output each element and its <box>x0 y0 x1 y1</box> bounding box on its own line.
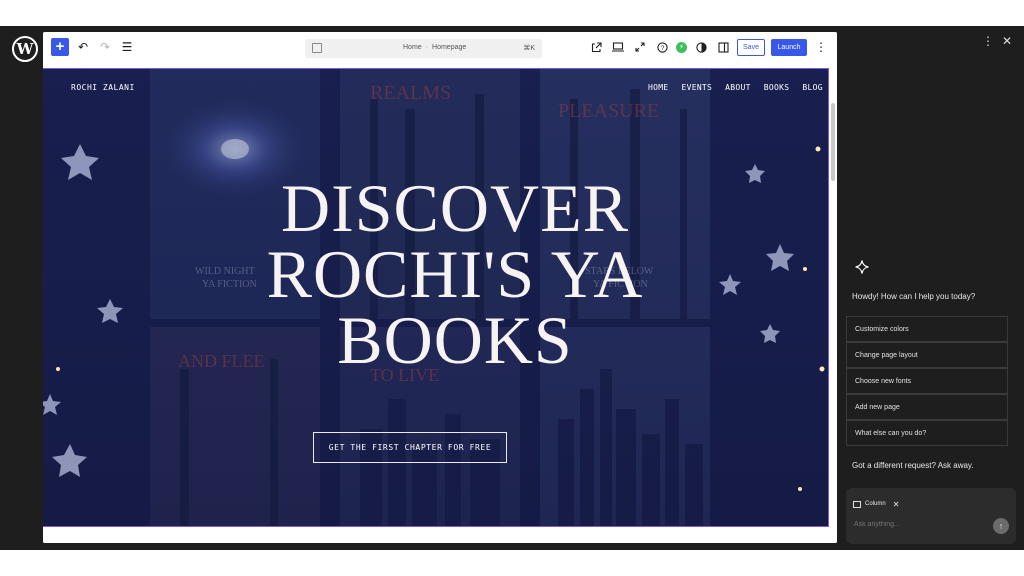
external-link-icon[interactable] <box>588 38 604 56</box>
different-request-text: Got a different request? Ask away. <box>852 461 974 470</box>
page-icon <box>312 43 322 53</box>
hero-heading-line-1: DISCOVER <box>280 170 630 246</box>
panel-header-actions: ⋮ ✕ <box>982 34 1012 48</box>
nav-item-books[interactable]: BOOKS <box>764 83 790 92</box>
editor-toolbar: + ↶ ↷ ☰ Home · Homepage ⌘K ? ⚡ Save Laun… <box>43 32 837 65</box>
context-chip[interactable]: Column ✕ <box>853 497 899 511</box>
assistant-chat-box: Column ✕ ↑ <box>846 488 1016 544</box>
suggestion-add-new-page[interactable]: Add new page <box>846 394 1008 420</box>
document-overview-icon[interactable]: ☰ <box>119 38 135 56</box>
more-options-icon[interactable]: ⋮ <box>813 38 829 56</box>
command-palette-bar[interactable]: Home · Homepage ⌘K <box>305 39 542 58</box>
suggestion-choose-new-fonts[interactable]: Choose new fonts <box>846 368 1008 394</box>
hero-cover-block[interactable]: REALMS PLEASURE AND FLEE TO LIVE WILD NI… <box>43 68 829 527</box>
site-editor-app: W + ↶ ↷ ☰ Home · Homepage ⌘K ? ⚡ Save La… <box>0 26 1024 550</box>
suggestion-what-else[interactable]: What else can you do? <box>846 420 1008 446</box>
hero-heading[interactable]: DISCOVER ROCHI'S YA BOOKS <box>130 170 780 378</box>
svg-text:REALMS: REALMS <box>370 82 451 104</box>
redo-icon[interactable]: ↷ <box>97 38 113 56</box>
column-icon <box>853 500 861 508</box>
suggestion-customize-colors[interactable]: Customize colors <box>846 316 1008 342</box>
editor-canvas[interactable]: REALMS PLEASURE AND FLEE TO LIVE WILD NI… <box>43 65 837 543</box>
nav-item-blog[interactable]: BLOG <box>802 83 822 92</box>
wordpress-logo-icon[interactable]: W <box>12 36 38 62</box>
breadcrumb-current: Homepage <box>432 44 467 51</box>
panel-more-options-icon[interactable]: ⋮ <box>982 34 994 48</box>
nav-item-about[interactable]: ABOUT <box>725 83 751 92</box>
send-arrow-icon[interactable]: ↑ <box>993 518 1009 534</box>
site-title[interactable]: ROCHI ZALANI <box>71 83 135 92</box>
fullscreen-icon[interactable] <box>632 38 648 56</box>
canvas-scrollbar[interactable] <box>831 103 835 181</box>
breadcrumb-parent: Home <box>403 44 422 51</box>
assistant-prompt-input[interactable] <box>854 521 984 528</box>
jetpack-icon[interactable]: ⚡ <box>676 41 687 53</box>
close-icon[interactable]: ✕ <box>1002 34 1012 48</box>
ai-sparkle-icon <box>855 260 869 278</box>
suggestion-change-page-layout[interactable]: Change page layout <box>846 342 1008 368</box>
undo-icon[interactable]: ↶ <box>75 38 91 56</box>
svg-text:?: ? <box>660 45 664 52</box>
shortcut-hint: ⌘K <box>523 45 535 52</box>
styles-contrast-icon[interactable] <box>693 38 709 56</box>
suggestion-list: Customize colors Change page layout Choo… <box>846 316 1008 446</box>
breadcrumb-separator: · <box>425 44 429 51</box>
help-icon[interactable]: ? <box>654 38 670 56</box>
editor-frame: + ↶ ↷ ☰ Home · Homepage ⌘K ? ⚡ Save Laun… <box>43 32 837 543</box>
launch-button[interactable]: Launch <box>771 38 807 56</box>
svg-text:PLEASURE: PLEASURE <box>558 100 659 122</box>
block-inserter-button[interactable]: + <box>51 38 69 56</box>
save-button[interactable]: Save <box>737 38 765 56</box>
site-navigation: HOME EVENTS ABOUT BOOKS BLOG <box>648 83 823 92</box>
breadcrumb: Home · Homepage <box>403 44 466 51</box>
device-preview-icon[interactable] <box>610 38 626 56</box>
settings-sidebar-icon[interactable] <box>715 38 731 56</box>
nav-item-events[interactable]: EVENTS <box>681 83 712 92</box>
first-chapter-button[interactable]: GET THE FIRST CHAPTER FOR FREE <box>313 432 507 463</box>
nav-item-home[interactable]: HOME <box>648 83 668 92</box>
context-chip-label: Column <box>865 501 886 507</box>
hero-heading-line-2: ROCHI'S YA <box>266 236 644 312</box>
hero-heading-line-3: BOOKS <box>337 302 573 378</box>
assistant-greeting: Howdy! How can I help you today? <box>852 292 976 301</box>
remove-chip-icon[interactable]: ✕ <box>893 500 900 509</box>
